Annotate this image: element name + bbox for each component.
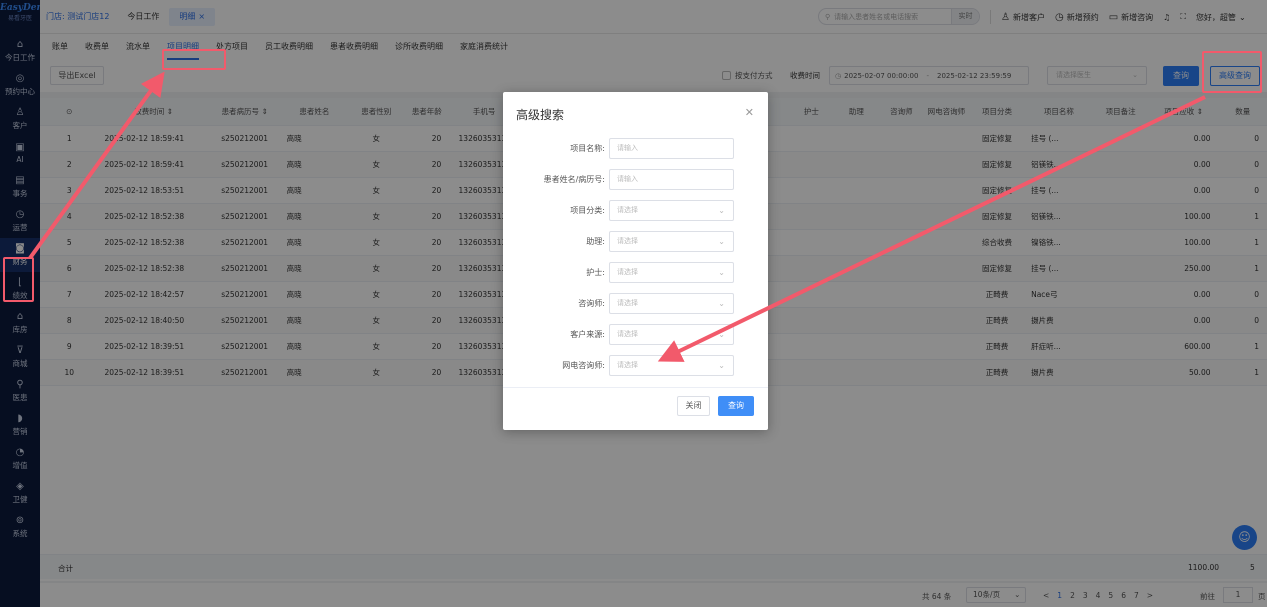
form-row: 咨询师: 请选择 ⌄ bbox=[503, 293, 768, 315]
chevron-down-icon: ⌄ bbox=[718, 361, 725, 370]
chevron-down-icon: ⌄ bbox=[718, 330, 725, 339]
divider bbox=[503, 387, 768, 388]
highlight-box-subtab bbox=[162, 49, 226, 70]
placeholder: 请输入 bbox=[617, 175, 638, 183]
form-row: 项目分类: 请选择 ⌄ bbox=[503, 200, 768, 222]
dialog-query-button[interactable]: 查询 bbox=[718, 396, 754, 416]
form-label: 网电咨询师: bbox=[562, 361, 605, 370]
placeholder: 请选择 bbox=[617, 206, 638, 214]
form-row: 护士: 请选择 ⌄ bbox=[503, 262, 768, 284]
form-input[interactable]: 请输入 bbox=[609, 169, 734, 190]
placeholder: 请选择 bbox=[617, 299, 638, 307]
placeholder: 请输入 bbox=[617, 144, 638, 152]
placeholder: 请选择 bbox=[617, 237, 638, 245]
form-row: 客户来源: 请选择 ⌄ bbox=[503, 324, 768, 346]
form-select[interactable]: 请选择 ⌄ bbox=[609, 293, 734, 314]
highlight-box-advanced bbox=[1202, 51, 1262, 93]
form-select[interactable]: 请选择 ⌄ bbox=[609, 324, 734, 345]
form-label: 客户来源: bbox=[570, 330, 605, 339]
form-label: 咨询师: bbox=[578, 299, 605, 308]
chevron-down-icon: ⌄ bbox=[718, 299, 725, 308]
advanced-search-dialog: 高级搜索 ✕ 项目名称: 请输入 患者姓名/病历号: 请输入 项目分类: 请选择 ⌄ 助理: 请… bbox=[503, 92, 768, 430]
form-select[interactable]: 请选择 ⌄ bbox=[609, 262, 734, 283]
placeholder: 请选择 bbox=[617, 361, 638, 369]
placeholder: 请选择 bbox=[617, 268, 638, 276]
form-label: 患者姓名/病历号: bbox=[543, 175, 605, 184]
form-row: 网电咨询师: 请选择 ⌄ bbox=[503, 355, 768, 377]
form-row: 助理: 请选择 ⌄ bbox=[503, 231, 768, 253]
form-label: 项目分类: bbox=[570, 206, 605, 215]
form-select[interactable]: 请选择 ⌄ bbox=[609, 200, 734, 221]
chevron-down-icon: ⌄ bbox=[718, 268, 725, 277]
chevron-down-icon: ⌄ bbox=[718, 237, 725, 246]
form-label: 护士: bbox=[586, 268, 605, 277]
form-label: 项目名称: bbox=[570, 144, 605, 153]
form-row: 患者姓名/病历号: 请输入 bbox=[503, 169, 768, 191]
dialog-title: 高级搜索 bbox=[516, 108, 565, 122]
form-select[interactable]: 请选择 ⌄ bbox=[609, 231, 734, 252]
form-select[interactable]: 请选择 ⌄ bbox=[609, 355, 734, 376]
close-icon[interactable]: ✕ bbox=[745, 106, 754, 119]
placeholder: 请选择 bbox=[617, 330, 638, 338]
close-button[interactable]: 关闭 bbox=[677, 396, 710, 416]
chevron-down-icon: ⌄ bbox=[718, 206, 725, 215]
form-row: 项目名称: 请输入 bbox=[503, 138, 768, 160]
highlight-box-finance bbox=[3, 257, 34, 302]
form-label: 助理: bbox=[586, 237, 605, 246]
form-input[interactable]: 请输入 bbox=[609, 138, 734, 159]
